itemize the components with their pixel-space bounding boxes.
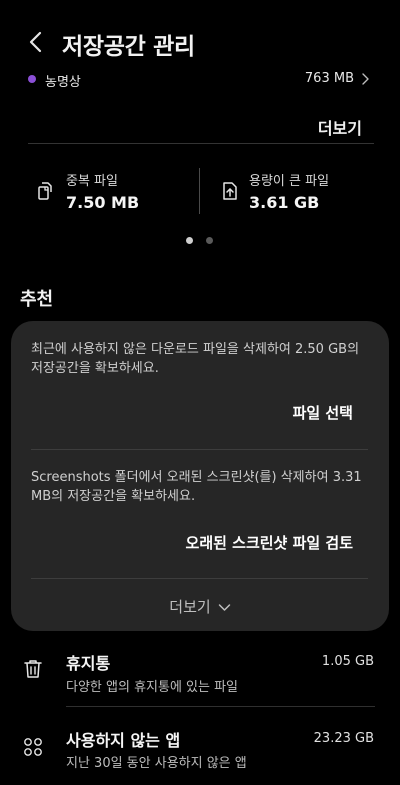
review-screenshots-button[interactable]: 오래된 스크린샷 파일 검토	[186, 532, 353, 553]
app-name: 농명상	[45, 75, 81, 90]
trash-row[interactable]: 휴지통 다양한 앱의 휴지통에 있는 파일 1.05 GB	[0, 645, 400, 705]
trash-icon	[24, 660, 42, 678]
divider	[28, 143, 374, 144]
select-files-button[interactable]: 파일 선택	[293, 402, 353, 423]
list-item-subtitle: 지난 30일 동안 사용하지 않은 앱	[66, 756, 247, 771]
chevron-down-icon	[218, 604, 230, 611]
duplicate-files-tile[interactable]: 중복 파일 7.50 MB	[36, 168, 186, 218]
large-file-icon	[223, 182, 237, 200]
list-item-title: 휴지통	[66, 654, 111, 673]
recommendation-card: 최근에 사용하지 않은 다운로드 파일을 삭제하여 2.50 GB의 저장공간을…	[11, 321, 389, 631]
list-item-subtitle: 다양한 앱의 휴지통에 있는 파일	[66, 680, 239, 695]
stat-value: 7.50 MB	[66, 193, 140, 212]
stat-label: 용량이 큰 파일	[249, 174, 330, 189]
list-item-title: 사용하지 않는 앱	[66, 731, 181, 750]
duplicate-files-icon	[38, 182, 52, 200]
apps-grid-icon	[24, 738, 42, 756]
show-more-label: 더보기	[169, 598, 211, 616]
page-indicator-dot-active	[186, 237, 193, 244]
page-indicator-dot	[206, 237, 213, 244]
back-arrow-icon[interactable]	[24, 30, 48, 54]
card-divider	[31, 449, 368, 450]
list-divider	[66, 706, 375, 707]
app-color-dot	[28, 75, 36, 83]
app-size: 763 MB	[304, 71, 354, 86]
app-storage-row[interactable]: 농명상 763 MB	[0, 62, 400, 98]
unused-apps-row[interactable]: 사용하지 않는 앱 지난 30일 동안 사용하지 않은 앱 23.23 GB	[0, 722, 400, 782]
stat-value: 3.61 GB	[249, 193, 320, 212]
recommendation-text: Screenshots 폴더에서 오래된 스크린샷(를) 삭제하여 3.31 M…	[31, 470, 362, 504]
chevron-right-icon	[362, 73, 369, 85]
list-item-size: 23.23 GB	[313, 731, 374, 746]
stat-label: 중복 파일	[66, 174, 118, 189]
stat-divider	[199, 168, 200, 214]
page-title: 저장공간 관리	[62, 34, 195, 60]
list-item-size: 1.05 GB	[321, 654, 374, 669]
section-title-recommend: 추천	[20, 289, 54, 310]
card-divider	[31, 578, 368, 579]
show-more-button[interactable]: 더보기	[11, 596, 389, 617]
large-files-tile[interactable]: 용량이 큰 파일 3.61 GB	[219, 168, 379, 218]
more-button[interactable]: 더보기	[318, 115, 362, 139]
recommendation-text: 최근에 사용하지 않은 다운로드 파일을 삭제하여 2.50 GB의 저장공간을…	[31, 342, 360, 376]
